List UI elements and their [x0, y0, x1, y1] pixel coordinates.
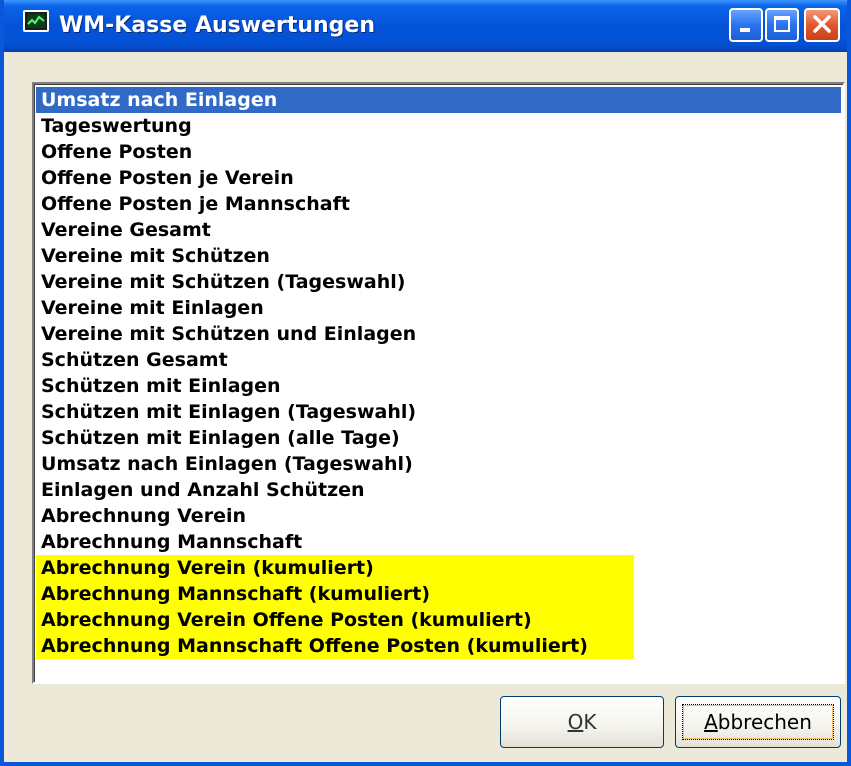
- maximize-icon: [774, 16, 790, 32]
- list-item[interactable]: Vereine Gesamt: [36, 217, 841, 243]
- report-listbox[interactable]: Umsatz nach Einlagen Tageswertung Offene P…: [32, 82, 845, 684]
- maximize-button[interactable]: [765, 8, 799, 42]
- list-item[interactable]: Schützen mit Einlagen: [36, 373, 841, 399]
- close-button[interactable]: [804, 8, 840, 42]
- list-item[interactable]: Abrechnung Verein (kumuliert): [36, 555, 634, 581]
- chart-monitor-icon[interactable]: [23, 10, 49, 32]
- list-item[interactable]: Offene Posten: [36, 139, 841, 165]
- list-item[interactable]: Abrechnung Mannschaft: [36, 529, 841, 555]
- dialog-window: WM-Kasse Auswertungen Umsatz nach Einlag…: [0, 0, 851, 766]
- ok-button[interactable]: OK: [500, 696, 664, 748]
- close-icon: [813, 15, 831, 33]
- list-item[interactable]: Abrechnung Mannschaft Offene Posten (kum…: [36, 633, 634, 659]
- cancel-button[interactable]: Abbrechen: [675, 696, 841, 748]
- list-item[interactable]: Schützen mit Einlagen (Tageswahl): [36, 399, 841, 425]
- list-item[interactable]: Einlagen und Anzahl Schützen: [36, 477, 841, 503]
- ok-button-label: OK: [567, 710, 597, 734]
- window-title: WM-Kasse Auswertungen: [59, 13, 376, 38]
- list-item[interactable]: Abrechnung Verein: [36, 503, 841, 529]
- list-item[interactable]: Vereine mit Schützen: [36, 243, 841, 269]
- list-item[interactable]: Vereine mit Schützen (Tageswahl): [36, 269, 841, 295]
- list-item[interactable]: Schützen mit Einlagen (alle Tage): [36, 425, 841, 451]
- list-item[interactable]: Abrechnung Verein Offene Posten (kumulie…: [36, 607, 634, 633]
- cancel-button-label: Abbrechen: [704, 710, 812, 734]
- list-item[interactable]: Vereine mit Schützen und Einlagen: [36, 321, 841, 347]
- list-item[interactable]: Umsatz nach Einlagen: [36, 87, 841, 113]
- list-item[interactable]: Abrechnung Mannschaft (kumuliert): [36, 581, 634, 607]
- title-bar[interactable]: WM-Kasse Auswertungen: [4, 0, 847, 52]
- list-item[interactable]: Schützen Gesamt: [36, 347, 841, 373]
- list-item[interactable]: Tageswertung: [36, 113, 841, 139]
- minimize-button[interactable]: [729, 8, 763, 42]
- list-item[interactable]: Umsatz nach Einlagen (Tageswahl): [36, 451, 841, 477]
- minimize-icon: [740, 28, 750, 32]
- report-list: Umsatz nach Einlagen Tageswertung Offene P…: [36, 87, 841, 659]
- list-item[interactable]: Vereine mit Einlagen: [36, 295, 841, 321]
- list-item[interactable]: Offene Posten je Mannschaft: [36, 191, 841, 217]
- list-item[interactable]: Offene Posten je Verein: [36, 165, 841, 191]
